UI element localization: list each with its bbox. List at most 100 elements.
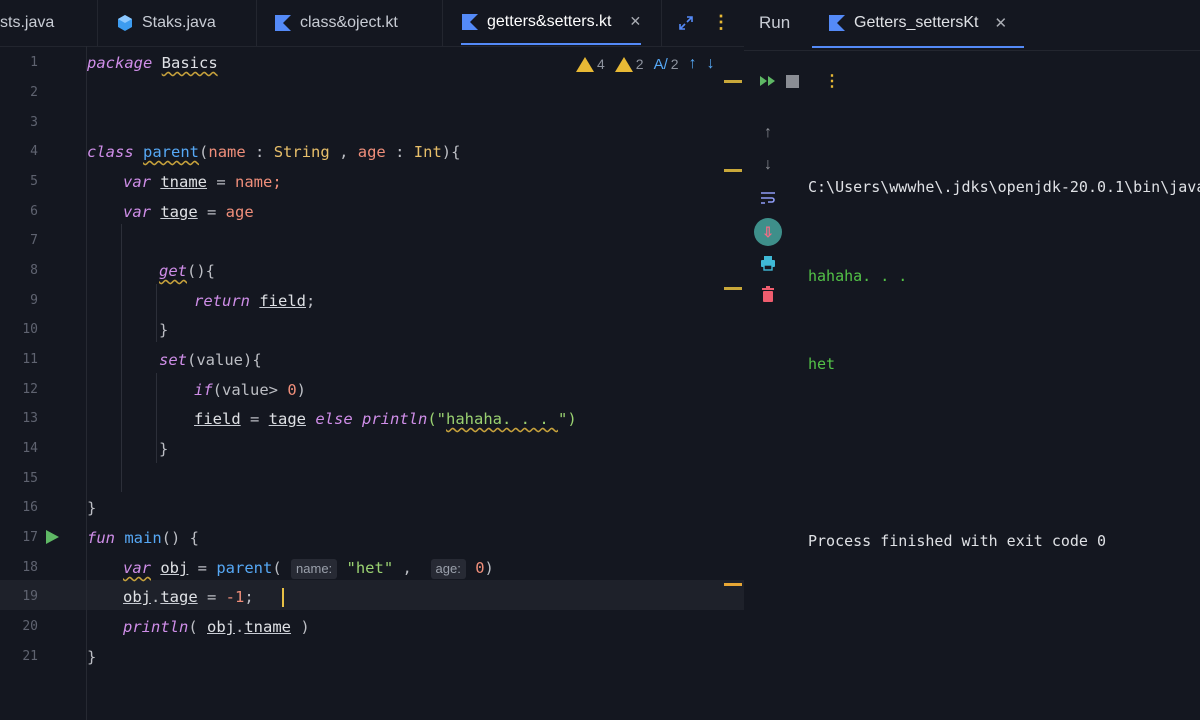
typo-icon: A/ (653, 55, 668, 73)
editor-tab-bar: sts.java Staks.java class&oject.kt gette… (0, 0, 744, 47)
print-icon (761, 256, 775, 271)
code-line-10: } (159, 321, 169, 339)
run-toolbar: ⋮ ↑ ↓ ⇩ (744, 50, 840, 720)
previous-problem-arrow-icon[interactable]: ↑ (689, 55, 697, 73)
kotlin-run-config-icon (829, 15, 845, 31)
code-line-11: set(value){ (159, 351, 262, 369)
line-number: 11 (22, 352, 38, 367)
more-vertical-icon: ⋮ (712, 12, 730, 32)
run-header: Run Getters_settersKt ✕ (744, 0, 1200, 51)
run-label: Run (759, 13, 791, 32)
code-line-19: obj.tage = -1; (123, 582, 284, 612)
line-number: 20 (22, 619, 38, 634)
code-line-17: fun main() { (87, 529, 199, 547)
arrow-up-icon: ↑ (764, 124, 772, 141)
line-number: 7 (30, 233, 38, 248)
soft-wrap-button[interactable] (758, 188, 778, 208)
line-number: 14 (22, 441, 38, 456)
code-line-6: var tage = age (123, 203, 254, 221)
warning-icon (576, 56, 594, 72)
line-number: 17 (22, 530, 38, 545)
line-number: 5 (30, 174, 38, 189)
code-line-4: class parent(name : String , age : Int){ (87, 143, 461, 161)
run-tool-window: Run Getters_settersKt ✕ ⋮ ↑ ↓ ⇩ C:\Users… (744, 0, 1200, 720)
stop-button[interactable] (782, 71, 802, 91)
rerun-icon (760, 76, 775, 86)
scroll-to-end-icon: ⇩ (762, 223, 774, 240)
line-number: 4 (30, 144, 38, 159)
run-tab-label: Getters_settersKt (854, 14, 979, 31)
line-number: 9 (30, 293, 38, 308)
line-number: 21 (22, 649, 38, 664)
typos-indicator[interactable]: A/ 2 (654, 56, 679, 73)
print-button[interactable] (758, 253, 778, 273)
warning-stripe-marker[interactable] (724, 287, 742, 290)
tab-staks-java[interactable]: Staks.java (116, 0, 216, 45)
scroll-down-button[interactable]: ↓ (758, 155, 778, 175)
line-number: 15 (22, 471, 38, 486)
tab-class-oject-kt[interactable]: class&oject.kt (274, 0, 398, 45)
line-number: 16 (22, 500, 38, 515)
parameter-hint: age: (430, 559, 466, 579)
close-icon[interactable]: ✕ (630, 13, 642, 30)
weak-warnings-indicator[interactable]: 2 (614, 56, 644, 72)
run-main-gutter-icon[interactable] (46, 530, 59, 544)
console-exit-message: Process finished with exit code 0 (808, 532, 1107, 550)
console-output[interactable]: C:\Users\wwwhe\.jdks\openjdk-20.0.1\bin\… (808, 114, 1200, 616)
java-class-icon (118, 14, 132, 31)
tab-label: sts.java (0, 13, 55, 31)
tab-sts-java[interactable]: sts.java (0, 0, 54, 45)
line-number: 3 (30, 115, 38, 130)
console-output-line: het (808, 355, 836, 373)
line-number: 19 (22, 589, 38, 604)
tab-separator (256, 0, 257, 46)
expand-icon (679, 15, 693, 30)
code-line-18: var obj = parent( name: "het" , age: 0) (123, 559, 494, 579)
line-number: 10 (22, 322, 38, 337)
tab-separator (97, 0, 98, 46)
code-editor: sts.java Staks.java class&oject.kt gette… (0, 0, 744, 720)
soft-wrap-icon (761, 192, 775, 204)
warnings-indicator[interactable]: 4 (576, 56, 605, 72)
tab-getters-setters-kt[interactable]: getters&setters.kt ✕ (461, 0, 642, 45)
console-command-line: C:\Users\wwwhe\.jdks\openjdk-20.0.1\bin\… (808, 178, 1200, 196)
warning-stripe-marker[interactable] (724, 169, 742, 172)
warning-icon (614, 56, 633, 72)
code-line-9: return field; (194, 292, 316, 310)
more-options-button[interactable]: ⋮ (712, 0, 730, 45)
more-vertical-icon: ⋮ (824, 73, 840, 90)
clear-all-button[interactable] (758, 284, 778, 304)
tab-label: class&oject.kt (300, 13, 398, 31)
line-number: 1 (30, 55, 38, 70)
indent-guide (156, 373, 157, 463)
code-line-13: field = tage else println("hahaha. . . "… (194, 410, 577, 428)
tab-getters-settersKt[interactable]: Getters_settersKt ✕ (812, 0, 1024, 48)
warning-stripe-marker[interactable] (724, 80, 742, 83)
rerun-button[interactable] (758, 71, 778, 91)
close-icon[interactable]: ✕ (995, 14, 1008, 32)
code-area[interactable]: package Basics class parent(name : Strin… (87, 46, 723, 720)
line-number: 18 (22, 560, 38, 575)
line-number: 13 (22, 411, 38, 426)
more-options-button[interactable]: ⋮ (822, 71, 842, 91)
tab-label: getters&setters.kt (487, 12, 612, 30)
scroll-up-button[interactable]: ↑ (758, 123, 778, 143)
maximize-editor-button[interactable] (678, 0, 694, 45)
arrow-down-icon: ↓ (764, 156, 772, 173)
kotlin-file-icon (462, 13, 478, 30)
line-number: 12 (22, 382, 38, 397)
line-number: 2 (30, 85, 38, 100)
text-caret (281, 588, 284, 607)
tab-separator (661, 0, 662, 46)
next-problem-arrow-icon[interactable]: ↓ (707, 55, 715, 73)
caret-stripe-marker (724, 583, 742, 586)
stop-icon (785, 74, 799, 88)
scroll-to-end-button[interactable]: ⇩ (754, 218, 782, 246)
inspection-widget: 4 2 A/ 2 ↑ ↓ (576, 52, 715, 76)
trash-icon (762, 286, 774, 302)
indent-guide (156, 284, 157, 342)
code-line-12: if(value> 0) (194, 381, 307, 399)
parameter-hint: name: (291, 559, 338, 579)
code-line-20: println( obj.tname ) (123, 618, 310, 636)
